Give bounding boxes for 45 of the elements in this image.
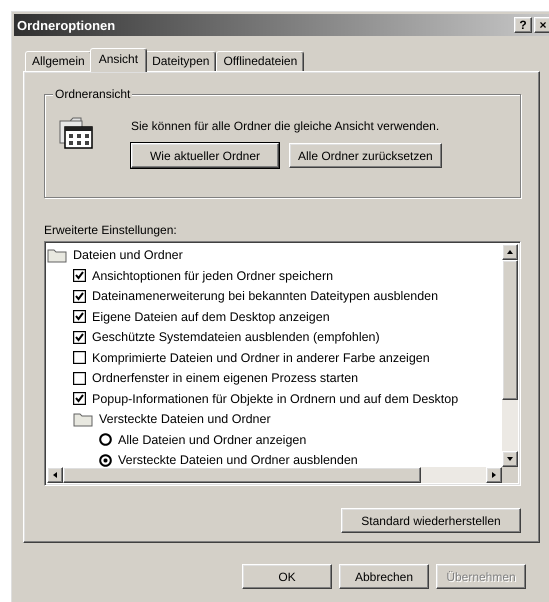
checkbox[interactable] — [73, 290, 86, 303]
reset-folders-button[interactable]: Alle Ordner zurücksetzen — [289, 143, 442, 168]
checkbox[interactable] — [73, 310, 86, 324]
option-label: Ansichtoptionen für jeden Ordner speichern — [92, 268, 334, 283]
radio-button[interactable] — [99, 433, 112, 446]
help-button[interactable]: ? — [514, 17, 532, 33]
apply-to-folders-button[interactable]: Wie aktueller Ordner — [131, 143, 279, 168]
scrollbar-corner — [502, 467, 518, 483]
folder-icon — [73, 411, 93, 428]
group-title: Ordneransicht — [53, 87, 132, 101]
horizontal-scrollbar[interactable] — [47, 467, 502, 483]
tab[interactable]: Offlinedateien — [216, 51, 304, 71]
window-title: Ordneroptionen — [17, 18, 116, 32]
option-label: Ordnerfenster in einem eigenen Prozess starten — [92, 371, 358, 386]
scroll-right-icon — [491, 471, 497, 479]
folder-icon — [47, 247, 67, 264]
folder-label: Versteckte Dateien und Ordner — [99, 412, 271, 426]
restore-defaults-button[interactable]: Standard wiederherstellen — [341, 508, 521, 533]
option-label: Geschützte Systemdateien ausblenden (empfohlen) — [92, 330, 380, 344]
tab[interactable]: Ansicht — [90, 48, 148, 72]
scroll-up-icon — [506, 249, 514, 255]
checkbox[interactable] — [73, 351, 86, 364]
option-label: Eigene Dateien auf dem Desktop anzeigen — [92, 310, 330, 324]
option-label: Popup-Informationen für Objekte in Ordnern und auf dem Desktop — [92, 392, 458, 406]
checkbox[interactable] — [73, 372, 86, 385]
vertical-scrollbar[interactable] — [502, 244, 518, 467]
scroll-left-icon — [52, 471, 58, 479]
tab[interactable]: Allgemein — [25, 51, 92, 71]
close-button[interactable]: × — [534, 17, 549, 33]
option-label: Dateinamenerweiterung bei bekannten Dateitypen ausblenden — [92, 289, 438, 304]
section-label: Erweiterte Einstellungen: — [44, 223, 178, 237]
checkbox[interactable] — [73, 269, 86, 282]
checkbox[interactable] — [73, 330, 86, 344]
option-label: Versteckte Dateien und Ordner ausblenden — [118, 453, 358, 467]
radio-button[interactable] — [99, 454, 112, 467]
option-label: Alle Dateien und Ordner anzeigen — [118, 432, 306, 447]
description-text: Sie können für alle Ordner die gleiche Ansicht verwenden. — [131, 119, 440, 133]
dialog-button[interactable]: Abbrechen — [339, 564, 429, 589]
tab[interactable]: Dateitypen — [145, 51, 216, 71]
dialog-button[interactable]: OK — [242, 564, 332, 589]
option-label: Komprimierte Dateien und Ordner in anderer Farbe anzeigen — [92, 350, 430, 365]
checkbox[interactable] — [73, 392, 86, 406]
folder-window-icon — [59, 115, 93, 149]
folder-label: Dateien und Ordner — [73, 248, 183, 262]
scroll-down-icon — [506, 456, 514, 462]
